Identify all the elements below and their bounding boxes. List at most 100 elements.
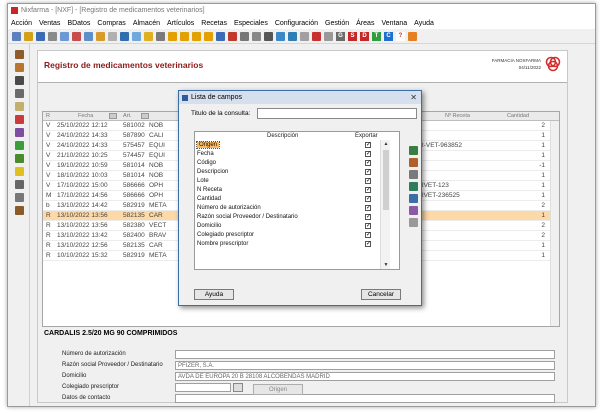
list-item[interactable]: N Receta ✓ xyxy=(195,186,399,195)
list-item[interactable]: Colegiado prescriptor ✓ xyxy=(195,231,399,240)
export-checkbox[interactable]: ✓ xyxy=(365,160,371,166)
move-icon[interactable] xyxy=(409,170,418,179)
export-checkbox[interactable]: ✓ xyxy=(365,187,371,193)
export-checkbox[interactable]: ✓ xyxy=(365,214,371,220)
copy-icon[interactable] xyxy=(84,31,93,41)
list-item[interactable]: Descripcion ✓ xyxy=(195,168,399,177)
export-checkbox[interactable]: ✓ xyxy=(365,232,371,238)
col-cantidad[interactable]: Cantidad xyxy=(507,113,529,119)
menu-ventas[interactable]: Ventas xyxy=(39,20,60,27)
menu-recetas[interactable]: Recetas xyxy=(201,20,227,27)
export-checkbox[interactable]: ✓ xyxy=(365,151,371,157)
calculator-icon[interactable] xyxy=(276,31,285,41)
field-domicilio[interactable]: AVDA DE EUROPA 20 B 28108 ALCOBENDAS MAD… xyxy=(175,372,555,381)
scroll-thumb[interactable] xyxy=(383,150,389,210)
list-item[interactable]: Código ✓ xyxy=(195,159,399,168)
list-item[interactable]: Razón social Proveedor / Destinatario ✓ xyxy=(195,213,399,222)
sidebar-people-icon[interactable] xyxy=(15,193,24,202)
list-item[interactable]: Origen ✓ xyxy=(195,141,399,150)
alert-icon[interactable] xyxy=(312,31,321,41)
cancel-button[interactable]: Cancelar xyxy=(361,289,401,300)
lookup-icon[interactable] xyxy=(141,113,149,119)
sidebar-tools-icon[interactable] xyxy=(15,50,24,59)
sidebar-chart-icon[interactable] xyxy=(15,180,24,189)
list-item[interactable]: Fecha ✓ xyxy=(195,150,399,159)
edit-icon[interactable] xyxy=(409,158,418,167)
settings-icon[interactable] xyxy=(252,31,261,41)
sidebar-books-icon[interactable] xyxy=(15,206,24,215)
print-icon[interactable] xyxy=(48,31,57,41)
prev-record-icon[interactable] xyxy=(180,31,189,41)
menu-especiales[interactable]: Especiales xyxy=(234,20,268,27)
export-icon[interactable] xyxy=(300,31,309,41)
window-icon[interactable] xyxy=(324,31,333,41)
preview-icon[interactable] xyxy=(60,31,69,41)
list-item[interactable]: Cantidad ✓ xyxy=(195,195,399,204)
menu-bdatos[interactable]: BDatos xyxy=(67,20,90,27)
exit-icon[interactable] xyxy=(12,31,21,41)
export-checkbox[interactable]: ✓ xyxy=(365,196,371,202)
col-fecha[interactable]: Fecha xyxy=(78,113,93,119)
first-record-icon[interactable] xyxy=(168,31,177,41)
field-contacto[interactable] xyxy=(175,394,555,403)
search-icon[interactable] xyxy=(120,31,129,41)
menu-configuracion[interactable]: Configuración xyxy=(275,20,318,27)
list-item[interactable]: Lote ✓ xyxy=(195,177,399,186)
last-record-icon[interactable] xyxy=(204,31,213,41)
save-icon[interactable] xyxy=(36,31,45,41)
sidebar-warning-icon[interactable] xyxy=(15,167,24,176)
menu-gestion[interactable]: Gestión xyxy=(325,20,349,27)
export-checkbox[interactable]: ✓ xyxy=(365,142,371,148)
funnel-icon[interactable] xyxy=(156,31,165,41)
close-icon[interactable]: ✕ xyxy=(410,93,417,102)
grid-icon[interactable] xyxy=(288,31,297,41)
insert-icon[interactable] xyxy=(216,31,225,41)
menu-compras[interactable]: Compras xyxy=(97,20,125,27)
table-scrollbar[interactable] xyxy=(550,121,559,326)
calendar-icon[interactable] xyxy=(109,113,117,119)
menu-areas[interactable]: Áreas xyxy=(356,20,374,27)
list-scrollbar[interactable]: ▲ ▼ xyxy=(380,140,391,269)
star-icon[interactable] xyxy=(144,31,153,41)
export-checkbox[interactable]: ✓ xyxy=(365,169,371,175)
help-icon[interactable]: ? xyxy=(396,31,405,41)
col-r[interactable]: R xyxy=(46,113,50,119)
c-icon[interactable]: C xyxy=(384,31,393,41)
colegiado-lookup-icon[interactable] xyxy=(233,383,243,392)
menu-ventana[interactable]: Ventana xyxy=(381,20,407,27)
field-razon-social[interactable]: PFIZER, S.A. xyxy=(175,361,555,370)
field-autorizacion[interactable] xyxy=(175,350,555,359)
menu-ayuda[interactable]: Ayuda xyxy=(414,20,434,27)
sidebar-pen-icon[interactable] xyxy=(15,115,24,124)
excel-icon[interactable] xyxy=(409,182,418,191)
delete-icon[interactable] xyxy=(228,31,237,41)
sidebar-bag-icon[interactable] xyxy=(15,102,24,111)
sidebar-user-icon[interactable] xyxy=(15,76,24,85)
list-item[interactable]: Nombre prescriptor ✓ xyxy=(195,240,399,249)
scroll-down-icon[interactable]: ▼ xyxy=(381,261,391,269)
t-icon[interactable]: T xyxy=(372,31,381,41)
sidebar-pill-icon[interactable] xyxy=(15,63,24,72)
export-checkbox[interactable]: ✓ xyxy=(365,223,371,229)
sidebar-box-icon[interactable] xyxy=(15,89,24,98)
query-title-input[interactable] xyxy=(257,108,417,119)
menu-almacen[interactable]: Almacén xyxy=(133,20,160,27)
col-art[interactable]: Art. xyxy=(123,113,132,119)
export-checkbox[interactable]: ✓ xyxy=(365,178,371,184)
export-checkbox[interactable]: ✓ xyxy=(365,241,371,247)
help-button[interactable]: Ayuda xyxy=(194,289,234,300)
terminal-icon[interactable] xyxy=(264,31,273,41)
filter-icon[interactable] xyxy=(132,31,141,41)
scroll-up-icon[interactable]: ▲ xyxy=(381,140,391,149)
sidebar-recycle-icon[interactable] xyxy=(15,154,24,163)
open-icon[interactable] xyxy=(24,31,33,41)
sidebar-cross-icon[interactable] xyxy=(15,141,24,150)
col-nreceta[interactable]: Nº Receta xyxy=(445,113,470,119)
house-icon[interactable] xyxy=(408,31,417,41)
cut-icon[interactable] xyxy=(72,31,81,41)
field-colegiado[interactable] xyxy=(175,383,231,392)
calendar-export-icon[interactable] xyxy=(409,206,418,215)
origen-button[interactable]: Origen xyxy=(253,384,303,395)
next-record-icon[interactable] xyxy=(192,31,201,41)
undo-icon[interactable] xyxy=(108,31,117,41)
